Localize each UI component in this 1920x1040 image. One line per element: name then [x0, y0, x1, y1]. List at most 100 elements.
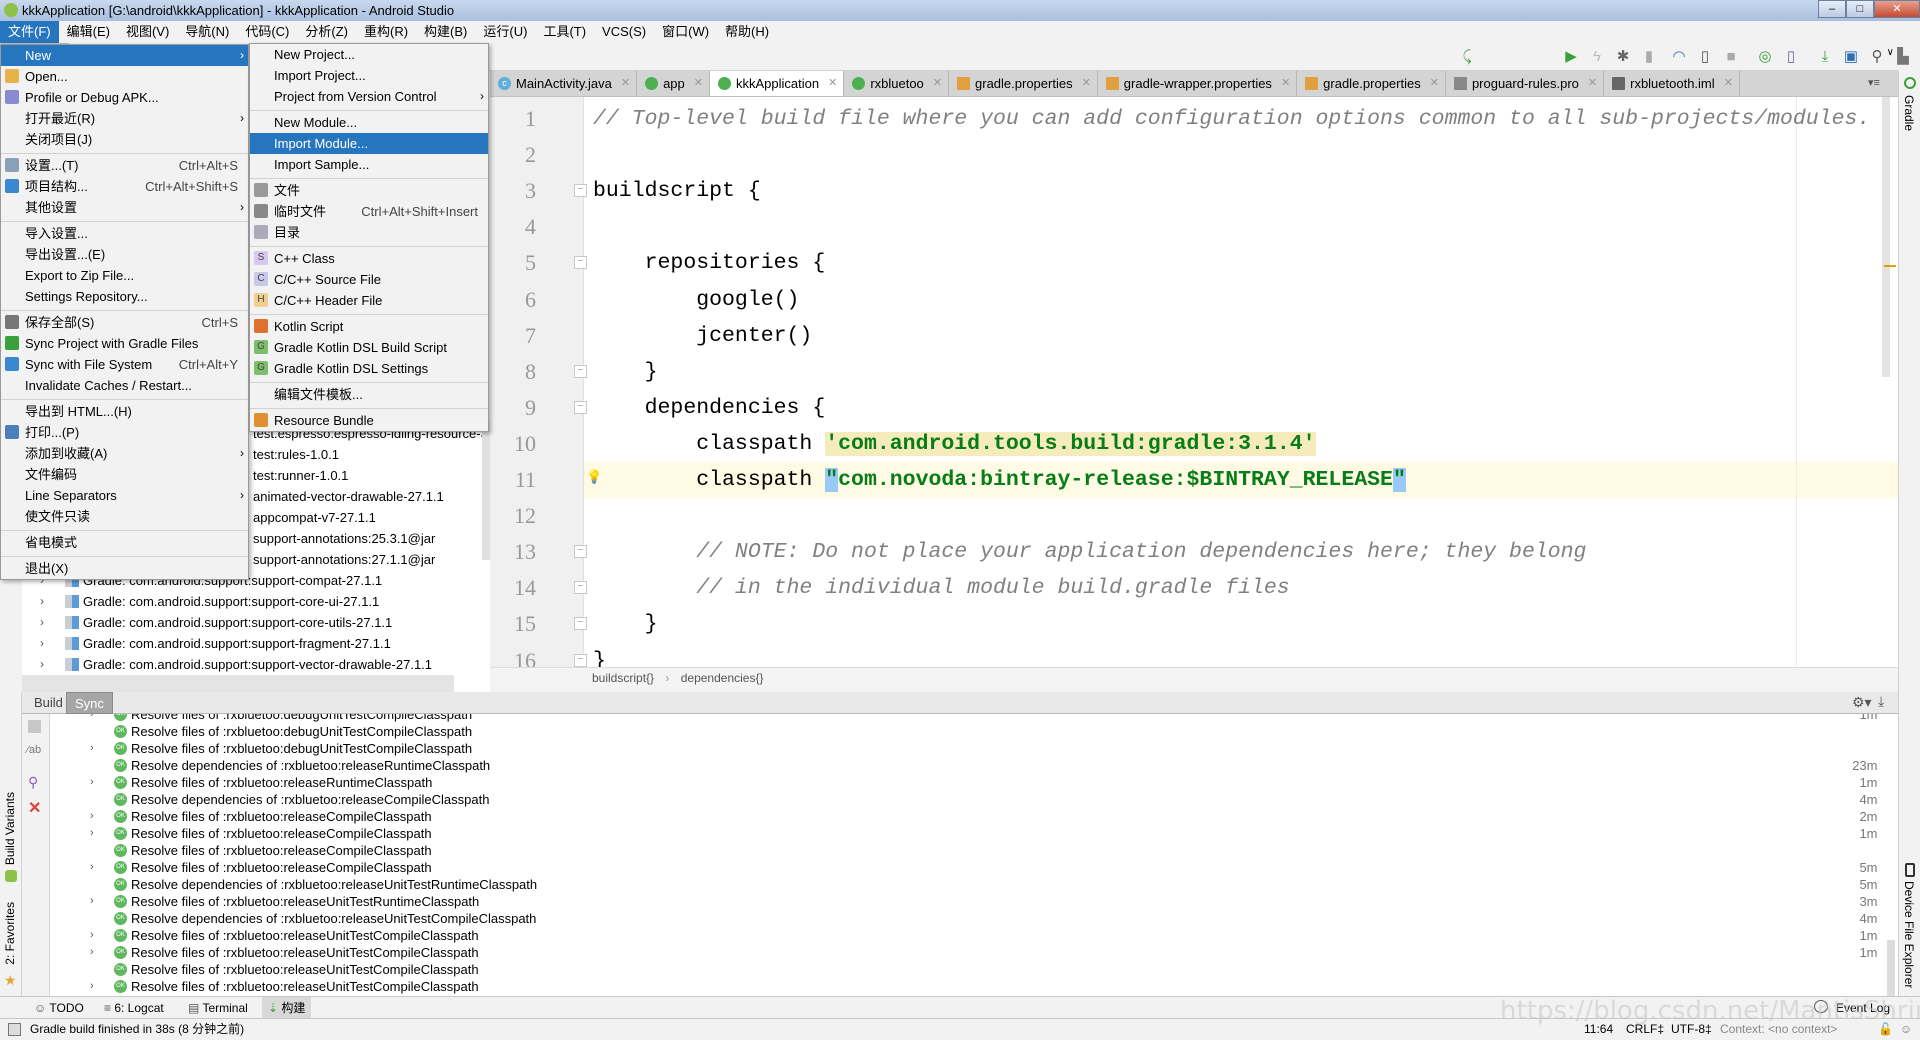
code-editor[interactable]: 1 2 3 4 5 6 7 8 9 10 11 12 13 14 15 16 // Top-level bui… — [490, 97, 1898, 667]
close-tab-icon[interactable]: ✕ — [1724, 71, 1733, 96]
chevron-right-icon[interactable]: › — [90, 927, 94, 944]
fold-marker-icon[interactable]: − — [574, 184, 587, 197]
breadcrumb-buildscript[interactable]: buildscript{} — [592, 671, 654, 685]
tab-list-icon[interactable]: ▾≡ — [1868, 76, 1880, 89]
build-row[interactable]: › OK Resolve files of :rxbluetoo:debugUnit… — [50, 740, 1878, 757]
chevron-right-icon[interactable]: › — [90, 825, 94, 842]
menu-item-export-to-zip-file[interactable]: Export to Zip File... — [1, 265, 248, 286]
close-tab-icon[interactable]: ✕ — [828, 71, 837, 96]
chevron-right-icon[interactable]: › — [90, 944, 94, 961]
line-separator[interactable]: CRLF‡ — [1626, 1019, 1664, 1040]
menu-item-j[interactable]: 关闭项目(J) — [1, 129, 248, 150]
menu-item-import-module[interactable]: Import Module... — [250, 133, 488, 154]
build-scrollbar[interactable] — [1887, 940, 1895, 996]
menu-item-gradle-kotlin-dsl-build-script[interactable]: Gradle Kotlin DSL Build Script G — [250, 337, 488, 358]
menu-item-kotlin-script[interactable]: Kotlin Script — [250, 316, 488, 337]
tool-tab-terminal[interactable]: ▤ Terminal — [182, 997, 254, 1019]
tab-gradle-properties[interactable]: gradle.properties ✕ — [1297, 71, 1446, 96]
tab-sync[interactable]: Sync — [66, 692, 113, 714]
fold-marker-icon[interactable]: − — [574, 617, 587, 630]
menu-5[interactable]: 分析(Z) — [297, 21, 356, 43]
tool-tab-item[interactable]: ⇣ 构建 — [262, 997, 312, 1019]
build-variants-tab[interactable]: Build Variants — [3, 792, 17, 865]
tab-build[interactable]: Build — [26, 692, 71, 714]
chevron-right-icon[interactable]: › — [90, 893, 94, 910]
close-tab-icon[interactable]: ✕ — [933, 71, 942, 96]
menu-9[interactable]: 工具(T) — [535, 21, 594, 43]
run-icon[interactable]: ▶ — [1562, 48, 1580, 66]
build-row[interactable]: OK Resolve dependencies of :rxbluetoo:rel… — [50, 876, 1878, 893]
menu-item-profile-or-debug-apk[interactable]: Profile or Debug APK... — [1, 87, 248, 108]
gear-icon[interactable]: ⚙▾ — [1852, 694, 1872, 711]
fold-marker-icon[interactable]: − — [574, 581, 587, 594]
menu-8[interactable]: 运行(U) — [475, 21, 535, 43]
menu-item-new[interactable]: New › — [1, 45, 248, 66]
menu-item-e[interactable]: 导出设置...(E) — [1, 244, 248, 265]
build-row[interactable]: OK Resolve files of :rxbluetoo:debugUnitT… — [50, 723, 1878, 740]
build-row[interactable]: › OK Resolve files of :rxbluetoo:releaseUn… — [50, 978, 1878, 995]
menu-item-sync-project-with-gradle-files[interactable]: Sync Project with Gradle Files — [1, 333, 248, 354]
menu-item-settings-repository[interactable]: Settings Repository... — [1, 286, 248, 307]
inspector-icon[interactable]: ☺ — [1900, 1019, 1912, 1040]
build-row[interactable]: OK Resolve files of :rxbluetoo:releaseCom… — [50, 842, 1878, 859]
menu-item-s[interactable]: 保存全部(S) Ctrl+S — [1, 312, 248, 333]
device-file-explorer-tab[interactable]: Device File Explorer — [1902, 881, 1916, 988]
build-output-tree[interactable]: › OK Resolve files of :rxbluetoo:debugUnit… — [50, 714, 1878, 996]
menu-item-resource-bundle[interactable]: Resource Bundle — [250, 410, 488, 431]
tool-tab-todo[interactable]: ☺ TODO — [28, 997, 90, 1019]
menu-item-new-module[interactable]: New Module... — [250, 112, 488, 133]
close-tab-icon[interactable]: ✕ — [1281, 71, 1290, 96]
close-icon[interactable]: ✕ — [28, 798, 41, 818]
favorites-tab[interactable]: 2: Favorites — [3, 902, 17, 965]
fold-marker-icon[interactable]: − — [574, 365, 587, 378]
close-tab-icon[interactable]: ✕ — [1430, 71, 1439, 96]
menu-item-c-c-header-file[interactable]: C/C++ Header File H — [250, 290, 488, 311]
minimize-button[interactable]: – — [1818, 0, 1846, 18]
stop-icon[interactable] — [28, 720, 41, 733]
apply-changes-icon[interactable]: ϟ — [1588, 48, 1606, 66]
build-row[interactable]: OK Resolve dependencies of :rxbluetoo:rel… — [50, 791, 1878, 808]
build-row[interactable]: OK Resolve dependencies of :rxbluetoo:rel… — [50, 757, 1878, 774]
toggle-view-icon[interactable]: ⁄ab — [27, 744, 41, 756]
stop-icon[interactable]: ■ — [1722, 48, 1740, 66]
chevron-right-icon[interactable]: › — [90, 978, 94, 995]
menu-item-item[interactable]: 文件编码 — [1, 464, 248, 485]
menu-item-open[interactable]: Open... — [1, 66, 248, 87]
menu-item-item[interactable]: 文件 — [250, 180, 488, 201]
fold-marker-icon[interactable]: − — [574, 256, 587, 269]
chevron-right-icon[interactable]: › — [90, 740, 94, 757]
tab-rxbluetooth-iml[interactable]: rxbluetooth.iml ✕ — [1604, 71, 1740, 96]
tool-tab-6-logcat[interactable]: ≡ 6: Logcat — [98, 997, 170, 1019]
tab-gradle-wrapper-properties[interactable]: gradle-wrapper.properties ✕ — [1098, 71, 1298, 96]
tab-gradle-properties[interactable]: gradle.properties ✕ — [949, 71, 1098, 96]
tab-proguard-rules-pro[interactable]: proguard-rules.pro ✕ — [1446, 71, 1605, 96]
chevron-right-icon[interactable]: › — [90, 859, 94, 876]
build-row[interactable]: › OK Resolve files of :rxbluetoo:releaseCo… — [50, 825, 1878, 842]
menu-item-item[interactable]: 目录 — [250, 222, 488, 243]
close-tab-icon[interactable]: ✕ — [694, 71, 703, 96]
status-message[interactable]: Gradle build finished in 38s (8 分钟之前) — [30, 1019, 244, 1040]
sdk-manager-icon[interactable]: ⤓ — [1816, 48, 1834, 66]
project-structure-icon[interactable]: ▣ — [1842, 48, 1860, 66]
menu-item-item[interactable]: 其他设置 › — [1, 197, 248, 218]
close-tab-icon[interactable]: ✕ — [621, 71, 630, 96]
chevron-right-icon[interactable]: › — [40, 654, 44, 675]
toggle-tool-windows-icon[interactable] — [8, 1023, 21, 1036]
menu-item-p[interactable]: 打印...(P) — [1, 422, 248, 443]
maximize-button[interactable]: □ — [1846, 0, 1874, 18]
avd-manager-icon[interactable]: ▯ — [1782, 48, 1800, 66]
menu-item-t[interactable]: 设置...(T) Ctrl+Alt+S — [1, 155, 248, 176]
build-row[interactable]: › OK Resolve files of :rxbluetoo:releaseRu… — [50, 774, 1878, 791]
menu-item-item[interactable]: 临时文件 Ctrl+Alt+Shift+Insert — [250, 201, 488, 222]
tree-item-selected[interactable] — [22, 675, 454, 692]
fold-marker-icon[interactable]: − — [574, 654, 587, 667]
menu-1[interactable]: 编辑(E) — [59, 21, 118, 43]
menu-item-sync-with-file-system[interactable]: Sync with File System Ctrl+Alt+Y — [1, 354, 248, 375]
lock-icon[interactable]: 🔓 — [1878, 1019, 1893, 1040]
event-log-tab[interactable]: Event Log — [1830, 997, 1896, 1019]
search-icon[interactable]: ⚲ — [1868, 48, 1886, 66]
build-row[interactable]: › OK Resolve files of :rxbluetoo:releaseUn… — [50, 893, 1878, 910]
chevron-right-icon[interactable]: › — [40, 612, 44, 633]
build-row[interactable]: › OK Resolve files of :rxbluetoo:releaseUn… — [50, 927, 1878, 944]
project-tree-scrollbar[interactable] — [482, 420, 490, 560]
